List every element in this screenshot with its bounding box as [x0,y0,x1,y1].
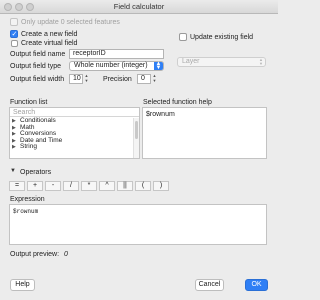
operator-open-paren-button[interactable]: ( [135,181,151,191]
output-field-type-label: Output field type [10,63,61,70]
only-update-selected-checkbox[interactable] [10,18,18,26]
output-preview-label: Output preview: [10,251,60,258]
function-group-item[interactable]: ▶ String [12,143,62,151]
create-virtual-field-checkbox[interactable] [11,40,18,47]
operator-divide-button[interactable]: / [63,181,79,191]
precision-input[interactable]: 0 [137,74,151,84]
output-field-width-label: Output field width [10,76,65,83]
collapse-triangle-icon[interactable]: ▼ [10,168,16,174]
function-search-input[interactable]: Search [10,108,139,117]
operator-plus-button[interactable]: + [27,181,43,191]
chevron-updown-icon: ▲ ▼ [154,61,163,71]
create-new-field-label: Create a new field [21,30,78,38]
operators-title: Operators [20,168,52,176]
operator-minus-button[interactable]: - [45,181,61,191]
scrollbar-thumb[interactable] [135,121,138,139]
output-preview-value: 0 [64,251,68,258]
chevron-updown-icon: ▲ ▼ [259,57,263,66]
operator-close-paren-button[interactable]: ) [153,181,169,191]
output-field-type-select[interactable]: Whole number (integer) ▲ ▼ [69,61,164,71]
close-window-button[interactable] [4,3,12,11]
only-update-selected-label: Only update 0 selected features [21,18,120,26]
expression-text: $rownum [13,208,39,215]
update-existing-field-label: Update existing field [190,33,254,41]
disclosure-triangle-icon: ▶ [12,144,16,150]
function-help-text: $rownum [146,111,175,118]
operator-multiply-button[interactable]: * [81,181,97,191]
operator-equals-button[interactable]: = [9,181,25,191]
function-help-title: Selected function help [143,99,212,106]
function-list-panel: Search ▶ Conditionals ▶ Math ▶ Conversions … [9,107,140,159]
output-field-name-input[interactable]: receptorID [69,49,164,59]
function-list-title: Function list [10,99,48,106]
operator-power-button[interactable]: ^ [99,181,115,191]
width-stepper[interactable]: ▲ ▼ [84,73,89,84]
function-help-panel: $rownum [142,107,267,159]
precision-label: Precision [103,76,132,83]
ok-button[interactable]: OK [245,279,268,291]
precision-stepper[interactable]: ▲ ▼ [152,73,157,84]
title-bar: Field calculator [0,0,278,14]
cancel-button[interactable]: Cancel [195,279,224,291]
operator-concat-button[interactable]: || [117,181,133,191]
expression-title: Expression [10,196,45,203]
output-field-name-label: Output field name [10,50,66,58]
expression-editor[interactable]: $rownum [9,204,267,245]
help-button[interactable]: Help [10,279,35,291]
output-field-type-value: Whole number (integer) [74,62,148,69]
window-title: Field calculator [113,2,165,11]
create-new-field-checkbox[interactable] [10,30,18,38]
minimize-window-button[interactable] [15,3,23,11]
existing-layer-select[interactable]: Layer ▲ ▼ [177,57,266,67]
function-tree: ▶ Conditionals ▶ Math ▶ Conversions ▶ Date a… [12,117,62,151]
zoom-window-button[interactable] [26,3,34,11]
existing-layer-placeholder: Layer [182,58,200,65]
function-list-scrollbar[interactable] [133,118,139,158]
output-field-width-input[interactable]: 10 [69,74,83,84]
update-existing-field-checkbox[interactable] [179,33,187,41]
create-virtual-field-label: Create virtual field [21,40,78,47]
